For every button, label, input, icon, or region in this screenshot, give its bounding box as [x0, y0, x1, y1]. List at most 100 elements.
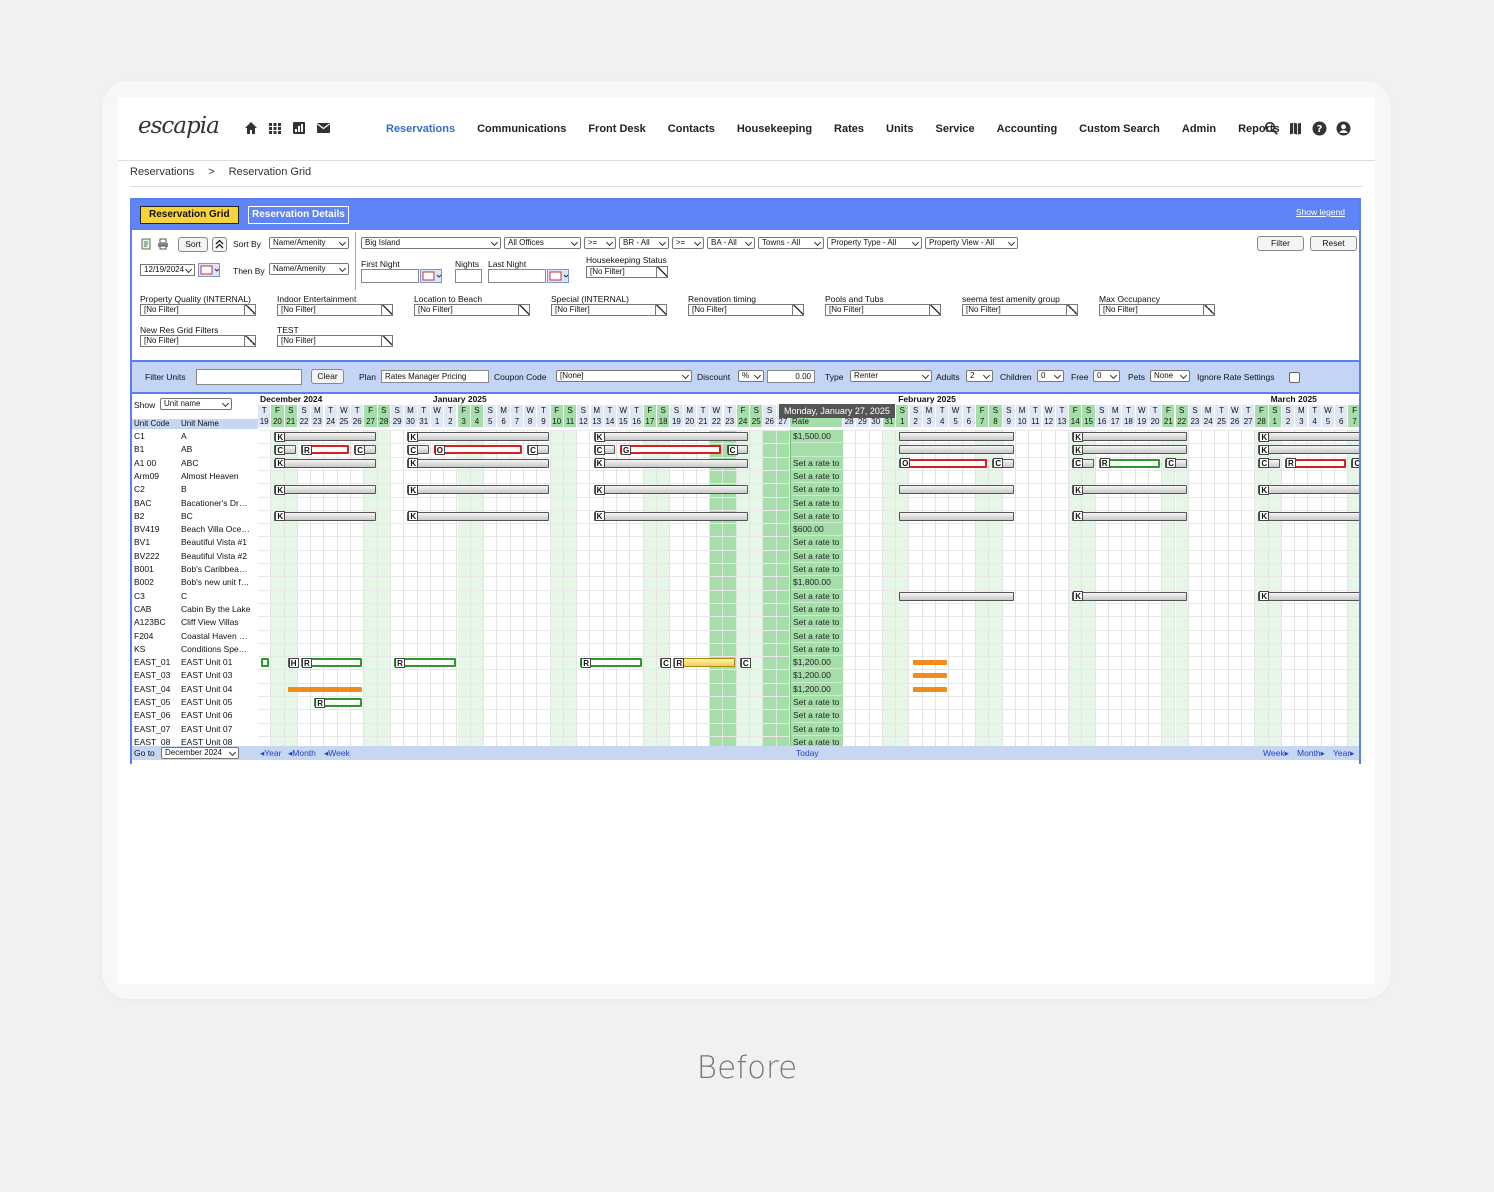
rate-cell[interactable]: Set a rate to — [791, 696, 844, 710]
search-icon[interactable] — [1264, 121, 1279, 136]
mail-icon[interactable] — [316, 121, 330, 135]
unit-row[interactable]: B002 Bob's new unit f… — [132, 576, 258, 589]
booking-bar[interactable] — [1258, 432, 1359, 441]
day-column[interactable] — [870, 430, 883, 746]
date-cell[interactable]: 20 — [683, 416, 697, 427]
day-column[interactable] — [550, 430, 564, 746]
rate-cell[interactable]: Set a rate to — [791, 590, 844, 603]
date-cell[interactable]: 14 — [603, 416, 618, 427]
booking-bar[interactable] — [261, 658, 270, 668]
date-cell[interactable]: 5 — [949, 416, 963, 427]
booking-bar[interactable] — [1258, 591, 1359, 601]
unit-row[interactable]: BV419 Beach Villa Oce… — [132, 523, 258, 536]
unit-row[interactable]: EAST_05 EAST Unit 05 — [132, 696, 258, 709]
date-cell[interactable]: 6 — [1335, 416, 1349, 427]
date-cell[interactable]: 27 — [364, 416, 378, 427]
day-column[interactable] — [391, 430, 405, 746]
booking-bar[interactable] — [899, 432, 1014, 441]
day-column[interactable] — [1122, 430, 1136, 746]
housekeeping-status-select[interactable]: [No Filter] — [586, 266, 668, 278]
day-column[interactable] — [976, 430, 990, 746]
rate-cell[interactable]: Set a rate to — [791, 616, 844, 630]
next-year-link[interactable]: Year▸ — [1333, 746, 1354, 760]
amenity-select[interactable]: [No Filter] — [277, 335, 393, 347]
date-cell[interactable]: 21 — [1162, 416, 1176, 427]
booking-bar[interactable] — [899, 458, 988, 468]
day-column[interactable] — [1229, 430, 1242, 746]
bathrooms-select[interactable]: BA - All — [707, 237, 755, 249]
property-type-select[interactable]: Property Type - All — [827, 237, 922, 249]
nav-admin[interactable]: Admin — [1182, 123, 1216, 135]
tab-reservation-details[interactable]: Reservation Details — [248, 206, 349, 224]
day-column[interactable] — [1162, 430, 1176, 746]
date-cell[interactable]: 4 — [470, 416, 485, 427]
filter-units-input[interactable] — [196, 369, 302, 385]
booking-bar[interactable] — [407, 432, 549, 441]
unit-row[interactable]: C3 C — [132, 590, 258, 603]
date-cell[interactable]: 6 — [962, 416, 976, 427]
day-column[interactable] — [604, 430, 618, 746]
user-icon[interactable] — [1336, 121, 1351, 136]
amenity-select[interactable]: [No Filter] — [140, 335, 256, 347]
date-cell[interactable]: 22 — [1175, 416, 1189, 427]
nav-front-desk[interactable]: Front Desk — [588, 123, 645, 135]
day-column[interactable] — [1202, 430, 1216, 746]
day-column[interactable] — [777, 430, 790, 746]
date-cell[interactable]: 4 — [1308, 416, 1322, 427]
amenity-select[interactable]: [No Filter] — [277, 304, 393, 316]
show-select[interactable]: Unit name — [160, 398, 232, 410]
day-column[interactable] — [418, 430, 431, 746]
amenity-select[interactable]: [No Filter] — [551, 304, 667, 316]
unit-row[interactable]: B2 BC — [132, 510, 258, 523]
day-column[interactable] — [617, 430, 631, 746]
date-cell[interactable]: 2 — [909, 416, 923, 427]
rate-cell[interactable]: Set a rate to — [791, 536, 844, 550]
day-column[interactable] — [364, 430, 378, 746]
renter-type-select[interactable]: Renter — [850, 370, 932, 382]
bedroom-operator-select[interactable]: >= — [584, 237, 616, 249]
prev-week-link[interactable]: ◂Week — [324, 746, 350, 760]
booking-bar[interactable] — [274, 485, 376, 495]
booking-bar[interactable] — [1258, 445, 1359, 455]
day-column[interactable] — [1255, 430, 1269, 746]
rate-cell[interactable]: $1,800.00 — [791, 576, 844, 590]
date-cell[interactable]: 7 — [510, 416, 524, 427]
unit-row[interactable]: BV1 Beautiful Vista #1 — [132, 536, 258, 549]
day-column[interactable] — [563, 430, 578, 746]
booking-bar[interactable] — [899, 485, 1014, 495]
nav-contacts[interactable]: Contacts — [668, 123, 715, 135]
day-column[interactable] — [989, 430, 1003, 746]
unit-row[interactable]: EAST_03 EAST Unit 03 — [132, 669, 258, 682]
date-cell[interactable]: 20 — [1148, 416, 1163, 427]
nav-accounting[interactable]: Accounting — [997, 123, 1058, 135]
unit-code-header[interactable]: Unit Code — [134, 419, 170, 429]
booking-bar[interactable] — [912, 660, 948, 666]
day-column[interactable] — [763, 430, 777, 746]
date-cell[interactable]: 23 — [723, 416, 737, 427]
unit-row[interactable]: B001 Bob's Caribbea… — [132, 563, 258, 576]
rate-cell[interactable] — [791, 443, 844, 457]
day-column[interactable] — [1282, 430, 1296, 746]
date-cell[interactable]: 28 — [1255, 416, 1269, 427]
date-cell[interactable]: 2 — [444, 416, 458, 427]
date-cell[interactable]: 3 — [922, 416, 937, 427]
day-column[interactable] — [963, 430, 976, 746]
date-cell[interactable]: 7 — [1348, 416, 1359, 427]
day-column[interactable] — [1082, 430, 1096, 746]
show-legend-link[interactable]: Show legend — [1296, 207, 1345, 217]
location-select[interactable]: Big Island — [361, 237, 501, 249]
booking-bar[interactable] — [274, 458, 376, 468]
day-column[interactable] — [1309, 430, 1322, 746]
date-cell[interactable]: 8 — [524, 416, 538, 427]
nav-custom-search[interactable]: Custom Search — [1079, 123, 1160, 135]
day-column[interactable] — [910, 430, 923, 746]
unit-row[interactable]: C1 A — [132, 430, 258, 443]
grid-icon[interactable] — [268, 121, 282, 135]
booking-bar[interactable] — [1072, 591, 1187, 601]
date-cell[interactable]: 4 — [936, 416, 950, 427]
day-column[interactable] — [1016, 430, 1030, 746]
plan-input[interactable]: Rates Manager Pricing — [381, 370, 489, 383]
next-week-link[interactable]: Week▸ — [1263, 746, 1289, 760]
date-cell[interactable]: 3 — [457, 416, 471, 427]
escapia-logo[interactable]: escapia — [138, 113, 220, 139]
